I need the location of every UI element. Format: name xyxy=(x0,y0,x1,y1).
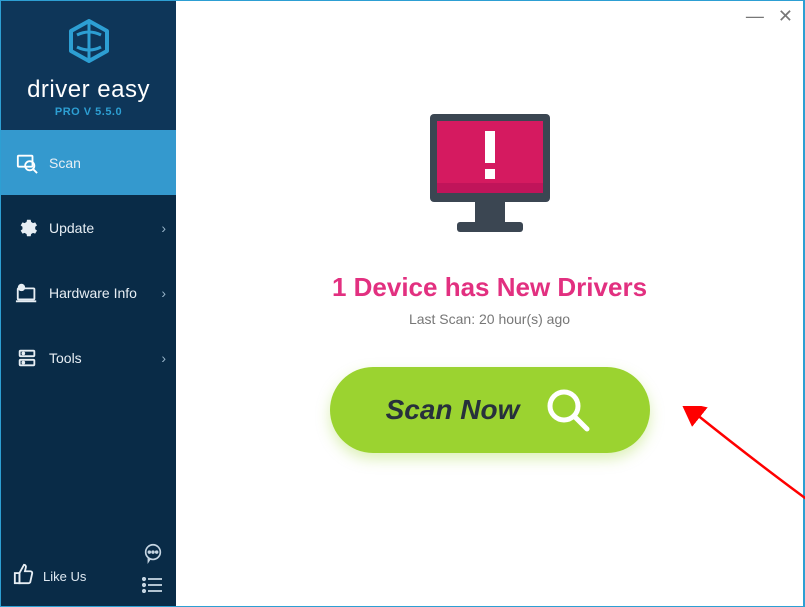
sidebar-bottom: Like Us xyxy=(1,546,176,606)
gear-icon xyxy=(13,217,41,239)
sidebar-bottom-icons xyxy=(142,542,164,598)
app-window: — ✕ driver easy PRO V 5.5.0 xyxy=(0,0,805,607)
annotation-arrow-icon xyxy=(681,406,805,516)
scan-now-button[interactable]: Scan Now xyxy=(330,367,650,453)
brand-version: PRO V 5.5.0 xyxy=(1,106,176,118)
sidebar-item-label: Update xyxy=(49,220,94,236)
scan-now-label: Scan Now xyxy=(386,394,520,426)
sidebar-item-hardware-info[interactable]: i Hardware Info › xyxy=(1,260,176,325)
scan-headline: 1 Device has New Drivers xyxy=(332,272,647,303)
sidebar-item-scan[interactable]: Scan xyxy=(1,130,176,195)
chevron-right-icon: › xyxy=(161,350,166,366)
monitor-alert-icon xyxy=(415,109,565,244)
sidebar-item-label: Scan xyxy=(49,155,81,171)
chevron-right-icon: › xyxy=(161,220,166,236)
sidebar-item-label: Tools xyxy=(49,350,82,366)
logo-area: driver easy PRO V 5.5.0 xyxy=(1,1,176,130)
minimize-button[interactable]: — xyxy=(746,7,764,25)
hardware-info-icon: i xyxy=(13,282,41,304)
sidebar-item-label: Hardware Info xyxy=(49,285,137,301)
search-icon xyxy=(543,385,593,435)
tools-icon xyxy=(13,347,41,369)
sidebar-item-update[interactable]: Update › xyxy=(1,195,176,260)
window-controls: — ✕ xyxy=(746,7,793,25)
main-panel: 1 Device has New Drivers Last Scan: 20 h… xyxy=(176,1,803,606)
brand-logo-icon xyxy=(67,19,111,67)
thumbs-up-icon[interactable] xyxy=(13,563,35,590)
close-button[interactable]: ✕ xyxy=(778,7,793,25)
sidebar: driver easy PRO V 5.5.0 Scan xyxy=(1,1,176,606)
chevron-right-icon: › xyxy=(161,285,166,301)
sidebar-nav: Scan Update › i xyxy=(1,130,176,546)
menu-list-icon[interactable] xyxy=(142,577,164,598)
feedback-icon[interactable] xyxy=(142,542,164,569)
brand-name: driver easy xyxy=(1,76,176,104)
sidebar-item-tools[interactable]: Tools › xyxy=(1,325,176,390)
scan-icon xyxy=(13,152,41,174)
like-us-label[interactable]: Like Us xyxy=(43,569,86,584)
last-scan-text: Last Scan: 20 hour(s) ago xyxy=(409,311,570,327)
